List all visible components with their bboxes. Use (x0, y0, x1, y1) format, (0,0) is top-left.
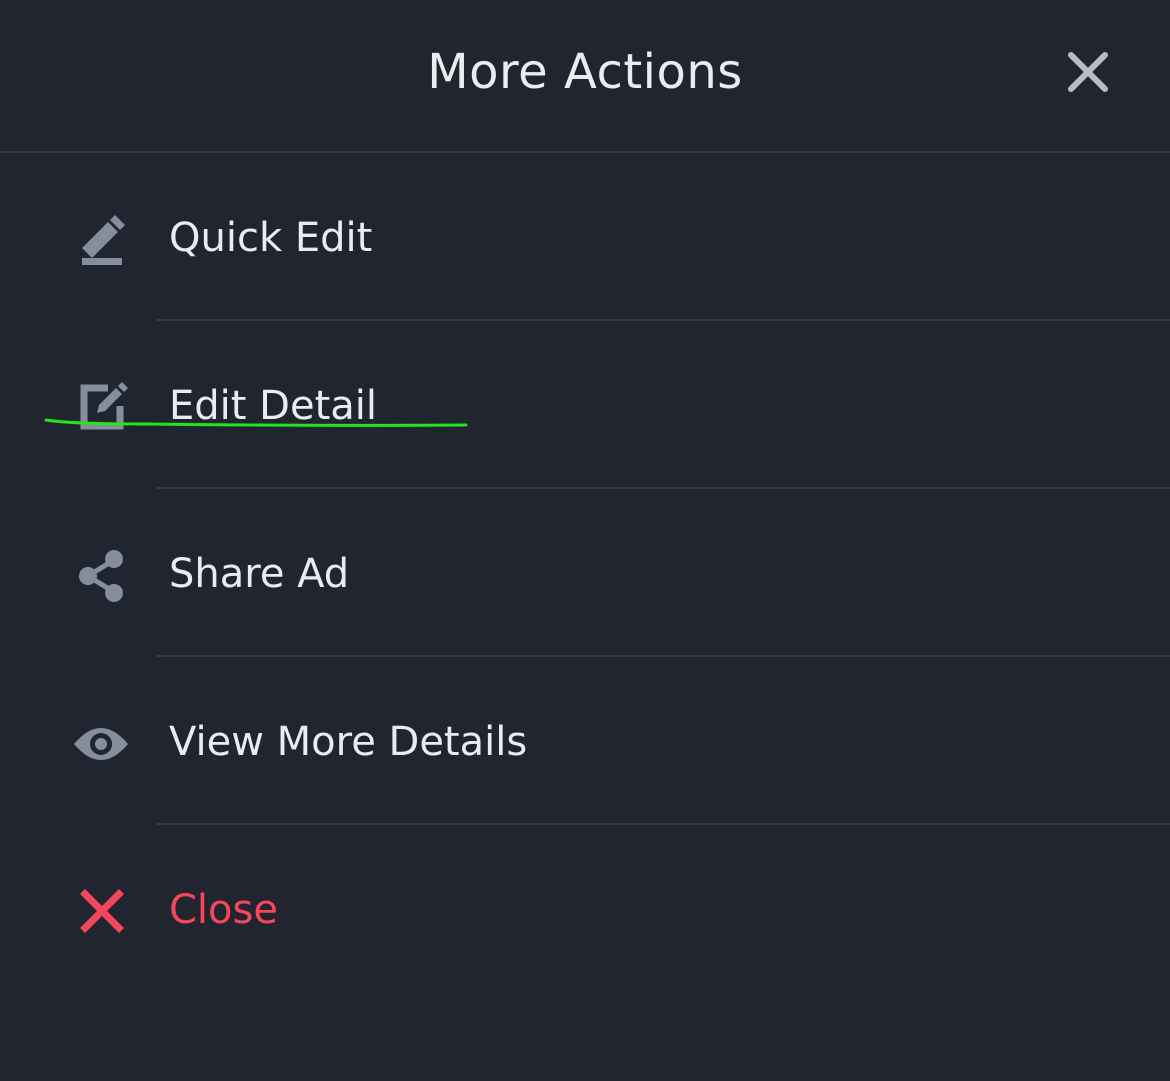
divider (156, 655, 1170, 657)
eye-icon (70, 716, 132, 772)
divider (156, 823, 1170, 825)
sheet-header: More Actions (0, 0, 1170, 153)
more-actions-sheet: More Actions Quick Edit Edit Detail Shar… (0, 0, 1170, 1081)
menu-item-share-ad[interactable]: Share Ad (0, 492, 1170, 658)
close-red-icon (70, 884, 132, 940)
share-icon (70, 548, 132, 604)
divider (156, 487, 1170, 489)
menu-item-label: Share Ad (169, 551, 350, 597)
close-icon[interactable] (1062, 46, 1114, 98)
menu-item-label: View More Details (169, 719, 528, 765)
menu-item-label: Close (169, 887, 278, 933)
menu-item-close[interactable]: Close (0, 828, 1170, 994)
divider (156, 319, 1170, 321)
menu-item-label: Edit Detail (169, 383, 378, 429)
menu-item-label: Quick Edit (169, 215, 373, 261)
menu-item-view-more-details[interactable]: View More Details (0, 660, 1170, 826)
edit-detail-icon (70, 380, 132, 436)
page-title: More Actions (427, 44, 743, 100)
menu-item-edit-detail[interactable]: Edit Detail (0, 324, 1170, 490)
quick-edit-icon (70, 212, 132, 268)
menu-item-quick-edit[interactable]: Quick Edit (0, 156, 1170, 322)
